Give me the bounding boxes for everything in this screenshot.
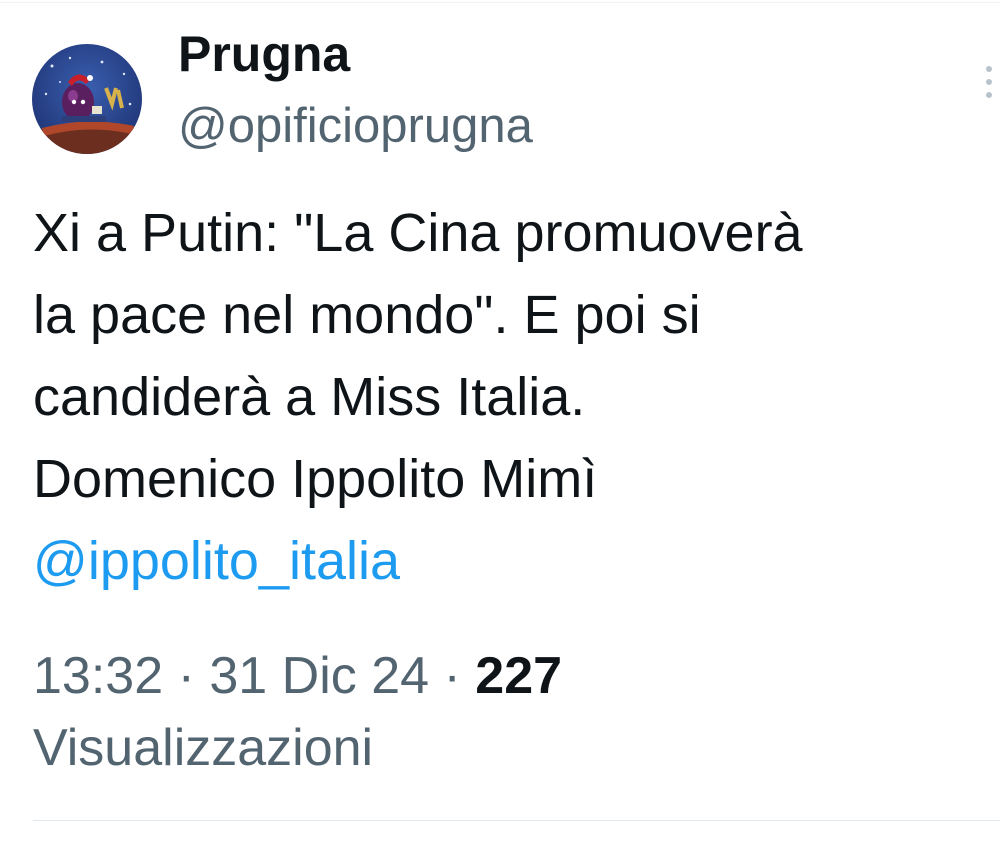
tweet-text-line: Xi a Putin: "La Cina promuoverà bbox=[33, 203, 803, 263]
tweet-time[interactable]: 13:32 bbox=[33, 647, 163, 705]
more-options-button[interactable] bbox=[972, 60, 1000, 104]
views-label[interactable]: Visualizzazioni bbox=[33, 712, 993, 784]
tweet-text-line: la pace nel mondo". E poi si bbox=[33, 285, 701, 345]
bottom-divider bbox=[33, 820, 1000, 821]
tweet-text-line: Domenico Ippolito Mimì bbox=[33, 449, 598, 509]
author-handle[interactable]: @opificioprugna bbox=[178, 94, 533, 158]
tweet-date[interactable]: 31 Dic 24 bbox=[209, 647, 429, 705]
tweet-meta: 13:32 · 31 Dic 24 · 227 Visualizzazioni bbox=[33, 640, 993, 784]
tweet-text: Xi a Putin: "La Cina promuoverà la pace … bbox=[33, 192, 993, 602]
tweet-text-line: candiderà a Miss Italia. bbox=[33, 367, 586, 427]
mention-link[interactable]: @ippolito_italia bbox=[33, 520, 993, 602]
meta-separator: · bbox=[177, 647, 195, 705]
top-divider bbox=[0, 2, 1000, 3]
views-count[interactable]: 227 bbox=[475, 647, 562, 705]
avatar-image bbox=[32, 44, 142, 154]
avatar[interactable] bbox=[32, 44, 142, 154]
meta-separator: · bbox=[443, 647, 461, 705]
author-display-name[interactable]: Prugna bbox=[178, 22, 350, 86]
